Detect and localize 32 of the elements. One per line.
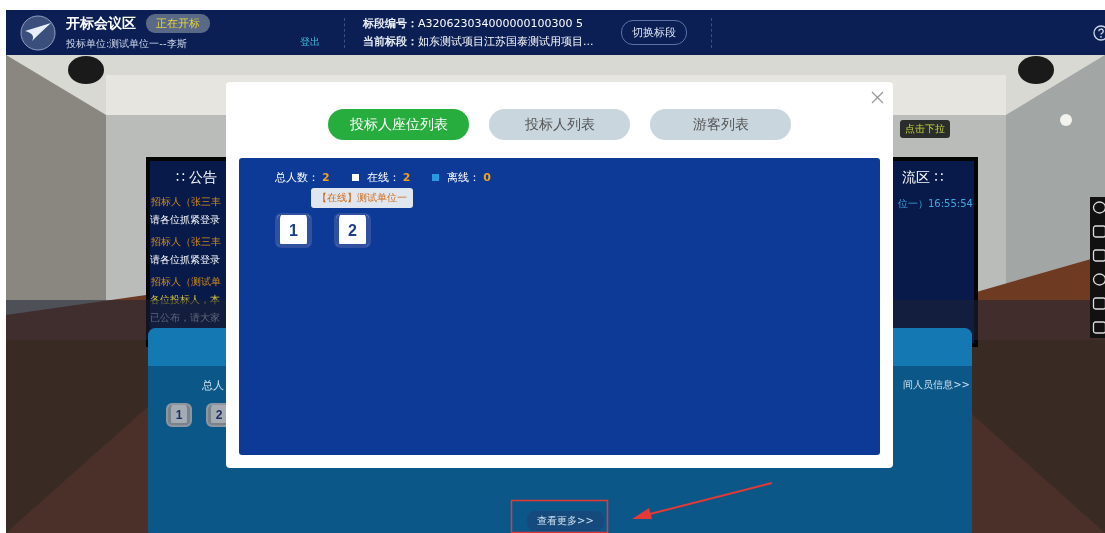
total-label: 总人 [202, 378, 224, 393]
logout-link[interactable]: 登出 [300, 34, 320, 49]
message-text: 已公布，请大家 [150, 311, 221, 325]
seat-button[interactable]: 2 [334, 213, 371, 248]
message-sender: 招标人（张三丰 [150, 235, 222, 249]
status-badge: 正在开标 [146, 14, 210, 33]
tab[interactable]: 投标人列表 [489, 109, 630, 140]
message-sender: 招标人（张三丰 [150, 195, 222, 209]
seat-tooltip: 【在线】测试单位一 [311, 188, 413, 208]
panel-title: 流区 ∷ [901, 168, 945, 187]
dropdown-hint: 点击下拉 [900, 120, 950, 138]
section-number: 标段编号：A320623034000000100300 5 [363, 16, 584, 31]
message-text: 各位投标人，本 [150, 293, 221, 307]
message-text: 请各位抓紧登录 [150, 253, 221, 267]
view-more-button[interactable]: 查看更多>> [527, 511, 604, 531]
people-info-link[interactable]: 间人员信息>> [903, 378, 970, 393]
current-section: 当前标段：如东测试项目江苏国泰测试用项目... [363, 34, 618, 49]
user-label: 投标单位:测试单位一--李斯 [66, 37, 188, 51]
switch-section-button[interactable]: 切换标段 [621, 20, 687, 45]
close-icon[interactable] [871, 91, 884, 104]
seat-button[interactable]: 1 [166, 403, 192, 427]
panel-title: ∷ 公告 [175, 168, 219, 187]
message-sender: 招标人（测试单 [150, 275, 222, 289]
stat-label: 离线： 0 [432, 170, 491, 185]
seat-button[interactable]: 1 [275, 213, 312, 248]
stat-label: 总人数： 2 [275, 170, 330, 185]
logo-icon [20, 14, 56, 51]
message-text: 请各位抓紧登录 [150, 213, 221, 227]
tab[interactable]: 游客列表 [650, 109, 791, 140]
stat-label: 在线： 2 [351, 170, 411, 185]
app-title: 开标会议区 [66, 14, 136, 33]
chat-message: 位一）16:55:54 [897, 197, 974, 211]
